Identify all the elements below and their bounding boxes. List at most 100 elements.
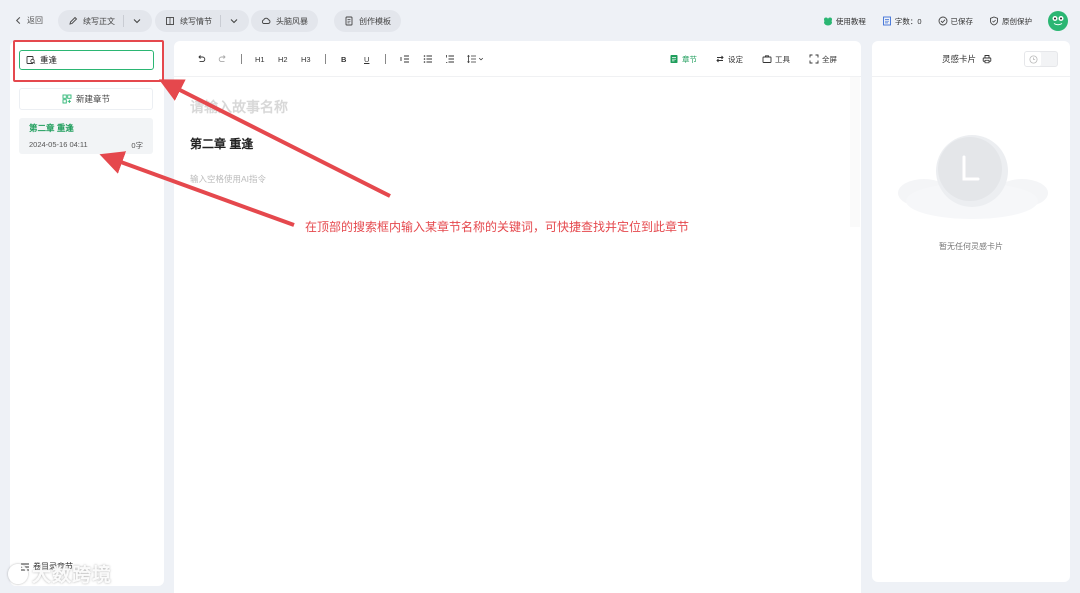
caret-down-icon xyxy=(478,57,484,61)
top-right-actions: 使用教程 字数：0 已保存 原创保护 xyxy=(823,10,1068,32)
new-chapter-label: 新建章节 xyxy=(75,94,110,104)
editor-toolbar: H1 H2 H3 B U 章节 设定 工具 全屏 xyxy=(174,41,861,77)
bold-button[interactable]: B xyxy=(341,53,346,65)
continue-text-button[interactable]: 续写正文 xyxy=(58,10,152,32)
template-label: 创作模板 xyxy=(359,16,391,26)
chapter-icon xyxy=(670,55,678,63)
editor-panel: H1 H2 H3 B U 章节 设定 工具 全屏 请输入故事名称 第二章 重逢 … xyxy=(174,41,861,593)
tools-toggle-label: 工具 xyxy=(775,54,790,64)
fullscreen-button[interactable]: 全屏 xyxy=(809,53,837,65)
bullet-list-icon xyxy=(423,55,432,63)
empty-clock-illustration xyxy=(898,135,1048,219)
inspiration-title: 灵感卡片 xyxy=(942,54,977,64)
back-label: 返回 xyxy=(27,15,43,25)
h1-label: H1 xyxy=(255,54,265,64)
search-book-icon xyxy=(26,56,36,64)
toolbar-divider xyxy=(325,54,326,64)
top-bar: 返回 续写正文 续写情节 头脑风暴 创作模板 使用教程 字数：0 已保存 原创保… xyxy=(0,0,1080,40)
grid-plus-icon xyxy=(62,94,72,104)
ordered-list-icon xyxy=(446,55,454,63)
line-height-icon xyxy=(467,54,476,64)
pen-icon xyxy=(69,16,78,25)
document-icon xyxy=(345,16,353,26)
toolbox-icon xyxy=(762,55,772,63)
frog-icon xyxy=(823,17,832,26)
chevron-down-icon[interactable] xyxy=(229,16,239,26)
list-item[interactable]: 第二章 重逢 2024-05-16 04:11 0字 xyxy=(19,118,153,154)
h2-label: H2 xyxy=(278,54,288,64)
inspiration-title-group: 灵感卡片 xyxy=(942,53,992,65)
clock-icon xyxy=(1028,54,1038,64)
chapter-word-count: 0字 xyxy=(131,141,143,150)
line-height-dropdown[interactable] xyxy=(467,53,484,65)
cloud-icon xyxy=(261,17,271,24)
back-button[interactable]: 返回 xyxy=(14,11,43,29)
pill-divider xyxy=(220,15,221,27)
continue-text-label: 续写正文 xyxy=(83,16,115,26)
original-protection-button[interactable]: 原创保护 xyxy=(989,16,1032,27)
settings-toggle-label: 设定 xyxy=(728,54,743,64)
continue-plot-button[interactable]: 续写情节 xyxy=(155,10,249,32)
story-title-input[interactable]: 请输入故事名称 xyxy=(190,97,288,117)
continue-plot-label: 续写情节 xyxy=(180,16,212,26)
undo-button[interactable] xyxy=(196,53,206,65)
h3-button[interactable]: H3 xyxy=(301,53,311,65)
inspiration-panel: 灵感卡片 暂无任何灵感卡片 xyxy=(872,41,1070,582)
chevron-left-icon xyxy=(15,16,21,24)
watermark-logo-icon xyxy=(8,563,28,584)
saved-label: 已保存 xyxy=(950,16,974,26)
template-button[interactable]: 创作模板 xyxy=(334,10,401,32)
print-icon[interactable] xyxy=(982,54,992,64)
redo-button[interactable] xyxy=(218,53,228,65)
word-count: 字数：0 xyxy=(882,16,922,27)
ordered-list-button[interactable] xyxy=(445,53,455,65)
underline-button[interactable]: U xyxy=(364,53,369,65)
inspiration-view-toggle[interactable] xyxy=(1024,51,1058,67)
tutorial-label: 使用教程 xyxy=(835,16,866,26)
bullet-list-button[interactable] xyxy=(423,53,433,65)
fullscreen-icon xyxy=(809,54,819,64)
tutorial-link[interactable]: 使用教程 xyxy=(823,16,866,27)
chapter-title: 第二章 重逢 xyxy=(29,123,74,133)
bold-label: B xyxy=(341,54,347,64)
chevron-down-icon[interactable] xyxy=(132,16,142,26)
h3-label: H3 xyxy=(301,54,311,64)
h2-button[interactable]: H2 xyxy=(278,53,288,65)
doc-count-icon xyxy=(882,16,891,26)
toggle-grid[interactable] xyxy=(1041,52,1057,66)
tools-toggle-button[interactable]: 工具 xyxy=(762,53,790,65)
chapter-heading[interactable]: 第二章 重逢 xyxy=(190,135,253,152)
indent-icon xyxy=(400,55,409,63)
fullscreen-label: 全屏 xyxy=(822,54,837,64)
word-count-label: 字数：0 xyxy=(894,16,922,26)
editor-body-placeholder[interactable]: 输入空格使用AI指令 xyxy=(190,173,266,185)
saved-status: 已保存 xyxy=(938,16,974,27)
inspiration-header: 灵感卡片 xyxy=(872,41,1070,77)
shield-icon xyxy=(990,16,998,26)
check-circle-icon xyxy=(938,16,947,26)
search-value: 重逢 xyxy=(40,55,58,65)
settings-toggle-button[interactable]: 设定 xyxy=(715,53,743,65)
chapter-search-input[interactable]: 重逢 xyxy=(19,50,154,70)
chapter-toggle-label: 章节 xyxy=(682,54,697,64)
toolbar-divider xyxy=(385,54,386,64)
watermark: 大数跨境 xyxy=(8,560,112,587)
brainstorm-label: 头脑风暴 xyxy=(276,16,308,26)
indent-button[interactable] xyxy=(400,53,410,65)
chapter-toggle-button[interactable]: 章节 xyxy=(669,53,697,65)
annotation-text: 在顶部的搜索框内输入某章节名称的关键词，可快捷查找并定位到此章节 xyxy=(305,220,690,234)
h1-button[interactable]: H1 xyxy=(255,53,265,65)
toolbar-divider xyxy=(241,54,242,64)
underline-label: U xyxy=(364,54,370,64)
brainstorm-button[interactable]: 头脑风暴 xyxy=(251,10,318,32)
toggle-history[interactable] xyxy=(1025,52,1041,66)
undo-icon xyxy=(198,55,206,63)
new-chapter-button[interactable]: 新建章节 xyxy=(19,88,153,110)
inspiration-empty-text: 暂无任何灵感卡片 xyxy=(939,242,1003,251)
chapter-date: 2024-05-16 04:11 xyxy=(29,140,88,149)
avatar[interactable] xyxy=(1048,11,1068,31)
book-icon xyxy=(166,17,174,25)
editor-scrollbar[interactable] xyxy=(850,77,860,227)
original-protection-label: 原创保护 xyxy=(1002,16,1032,26)
frog-avatar-icon xyxy=(1052,16,1064,26)
